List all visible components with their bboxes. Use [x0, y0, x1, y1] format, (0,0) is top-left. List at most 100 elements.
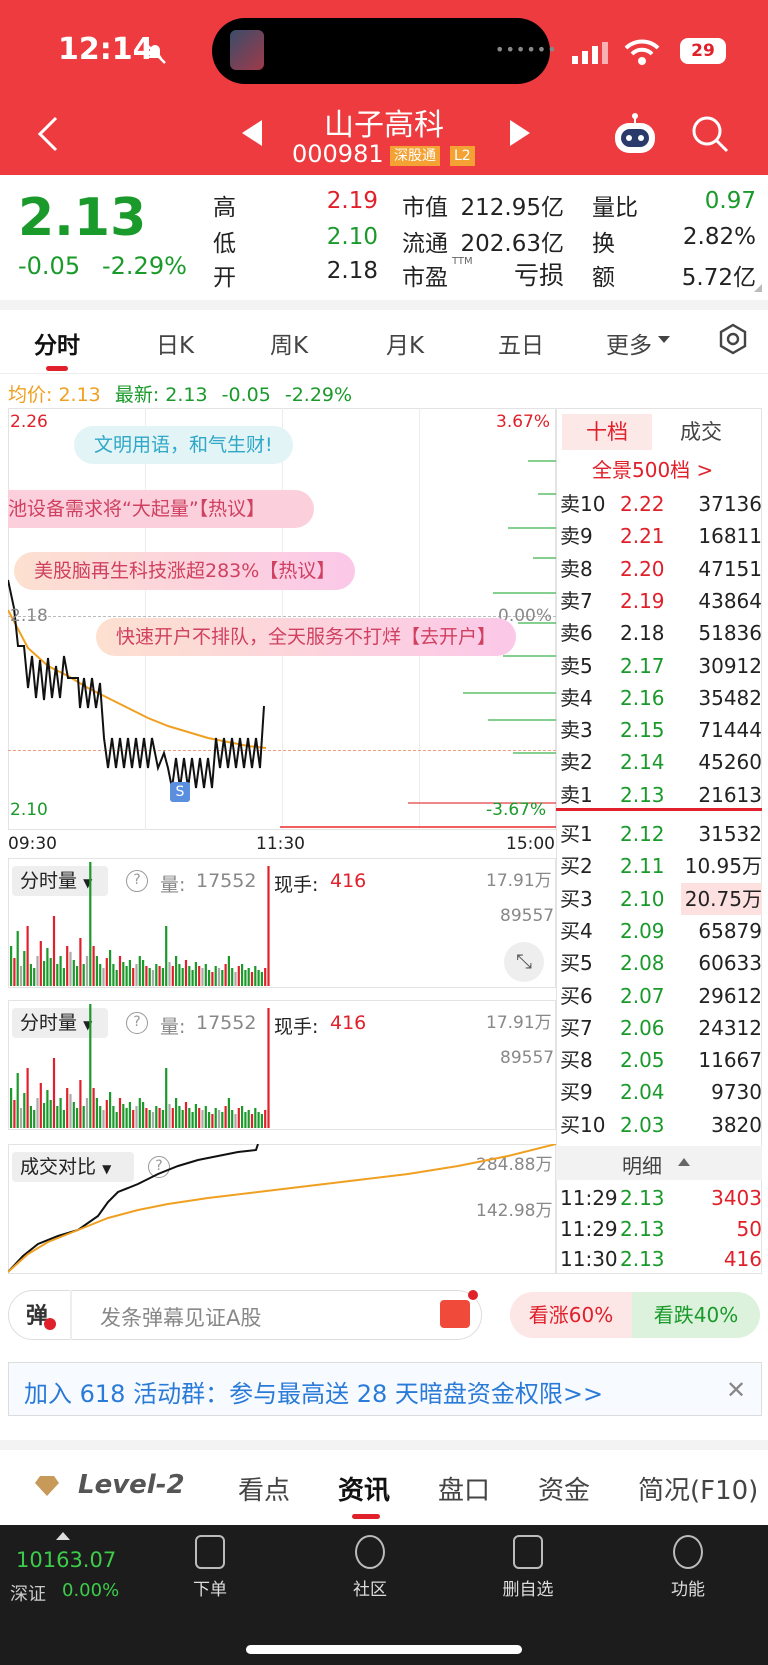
level-price: 2.11 [620, 854, 665, 879]
volume-bar [10, 946, 13, 986]
ask-row[interactable]: 卖5 2.17 30912 [558, 650, 762, 682]
tab-daily-k[interactable]: 日K [156, 326, 194, 360]
tab-news[interactable]: 资讯 [338, 1470, 390, 1507]
level-volume: 3820 [711, 1112, 762, 1137]
tab-f10[interactable]: 简况(F10) [638, 1470, 758, 1507]
ask-row[interactable]: 卖4 2.16 35482 [558, 682, 762, 714]
today-cumulative-line [8, 1144, 259, 1273]
index-expand-icon[interactable] [56, 1532, 70, 1540]
volume-bar [79, 938, 82, 986]
volume-bar [257, 1112, 260, 1128]
community-button[interactable]: 社区 [330, 1535, 410, 1600]
ask-row[interactable]: 卖2 2.14 45260 [558, 746, 762, 778]
volume-bar [89, 862, 92, 986]
ask-row[interactable]: 卖10 2.22 37136 [558, 488, 762, 520]
tab-five-day[interactable]: 五日 [498, 326, 544, 360]
volume-bar [19, 1108, 23, 1128]
robot-assistant-icon[interactable] [612, 112, 658, 160]
barrage-bubble-4[interactable]: 快速开户不排队，全天服务不打烊【去开户】 [96, 618, 517, 656]
settings-hex-icon[interactable] [716, 322, 750, 360]
trade-row: 11:29 2.13 3403 [558, 1182, 762, 1214]
bid-row[interactable]: 买8 2.05 11667 [558, 1044, 762, 1076]
functions-button[interactable]: 功能 [648, 1535, 728, 1600]
ask-row[interactable]: 卖7 2.19 43864 [558, 585, 762, 617]
remove-watchlist-button[interactable]: 删自选 [488, 1535, 568, 1600]
panorama-link[interactable]: 全景500档 > [592, 454, 713, 483]
gift-icon[interactable] [440, 1300, 470, 1328]
mcap-value: 212.95亿 [460, 195, 564, 221]
volume-bar [237, 966, 240, 986]
sell-signal-marker[interactable]: S [170, 782, 190, 802]
close-icon[interactable]: ✕ [726, 1376, 746, 1404]
bid-row[interactable]: 买4 2.09 65879 [558, 915, 762, 947]
ask-row[interactable]: 卖6 2.18 51836 [558, 617, 762, 649]
bid-row[interactable]: 买1 2.12 31532 [558, 818, 762, 850]
volume-bar [85, 956, 89, 986]
tab-more[interactable]: 更多 [606, 326, 652, 360]
fullscreen-icon[interactable]: ⤡ [504, 942, 544, 982]
level-volume: 45260 [698, 750, 762, 775]
tab-intraday[interactable]: 分时 [34, 326, 80, 360]
bid-row[interactable]: 买7 2.06 24312 [558, 1012, 762, 1044]
tab-monthly-k[interactable]: 月K [386, 326, 424, 360]
current-hand-value: 416 [330, 1012, 367, 1034]
time-start: 09:30 [8, 834, 57, 854]
volume-bar [175, 1098, 178, 1128]
bullish-vote-button[interactable]: 看涨60% [510, 1292, 632, 1338]
volume-bar [234, 1114, 237, 1128]
more-dropdown-icon[interactable] [658, 336, 670, 343]
level-price: 2.06 [620, 1015, 665, 1040]
tab-weekly-k[interactable]: 周K [270, 326, 308, 360]
volume-bar [128, 1102, 131, 1128]
volume-bar [198, 1108, 201, 1128]
volume-bar [214, 1108, 217, 1128]
tab-handicap[interactable]: 盘口 [438, 1470, 490, 1507]
volume-bar [221, 970, 224, 986]
tab-trades[interactable]: 成交 [680, 414, 750, 450]
tab-level2[interactable]: Level-2 [78, 1470, 185, 1500]
volume-bar [188, 966, 191, 986]
promo-text[interactable]: 加入 618 活动群：参与最高送 28 天暗盘资金权限>> [24, 1374, 603, 1409]
ask-row[interactable]: 卖8 2.20 47151 [558, 553, 762, 585]
order-button[interactable]: 下单 [170, 1535, 250, 1600]
barrage-bubble-2[interactable]: 池设备需求将“大起量”【热议】 [8, 490, 314, 528]
tab-highlights[interactable]: 看点 [238, 1470, 290, 1507]
bid-row[interactable]: 买9 2.04 9730 [558, 1076, 762, 1108]
ask-row[interactable]: 卖3 2.15 71444 [558, 714, 762, 746]
level-name: 卖9 [560, 524, 593, 549]
menu-circle-icon [673, 1535, 703, 1569]
level-price: 2.21 [620, 524, 665, 549]
volume-bar [56, 964, 59, 986]
tab-ten-levels[interactable]: 十档 [562, 414, 652, 450]
next-stock-icon[interactable] [508, 118, 532, 152]
bearish-vote-button[interactable]: 看跌40% [632, 1292, 760, 1338]
pct-axis-top: 3.67% [496, 412, 551, 432]
ask-row[interactable]: 卖1 2.13 21613 [558, 779, 762, 811]
bid-row[interactable]: 买5 2.08 60633 [558, 947, 762, 979]
sort-up-icon[interactable] [678, 1158, 690, 1166]
volume-bar [105, 1100, 108, 1128]
bid-row[interactable]: 买6 2.07 29612 [558, 980, 762, 1012]
index-value[interactable]: 10163.07 [16, 1548, 116, 1572]
barrage-bubble-3[interactable]: 美股脑再生科技涨超283%【热议】 [14, 552, 356, 590]
volume-bar [59, 956, 62, 986]
volume-mid-2: 89557 [500, 1048, 555, 1068]
barrage-bubble-1[interactable]: 文明用语，和气生财! [74, 426, 293, 464]
volume-bar [125, 1108, 128, 1128]
bid-row[interactable]: 买3 2.10 20.75万 [558, 882, 762, 915]
bid-row[interactable]: 买2 2.11 10.95万 [558, 850, 762, 882]
ask-row[interactable]: 卖9 2.21 16811 [558, 520, 762, 552]
volume-bar [145, 966, 148, 986]
expand-corner-icon[interactable] [754, 284, 762, 292]
tab-funds[interactable]: 资金 [538, 1470, 590, 1507]
music-artwork-icon[interactable] [230, 30, 264, 70]
trade-row: 11:29 2.13 50 [558, 1213, 762, 1245]
search-icon[interactable] [690, 114, 730, 158]
open-label: 开 [213, 265, 236, 291]
volume-bar [254, 1108, 257, 1128]
level-tag: L2 [450, 146, 475, 166]
low-label: 低 [213, 231, 236, 257]
volume-bars-1 [10, 862, 270, 986]
volume-bar [148, 1110, 151, 1128]
bid-row[interactable]: 买10 2.03 3820 [558, 1109, 762, 1141]
